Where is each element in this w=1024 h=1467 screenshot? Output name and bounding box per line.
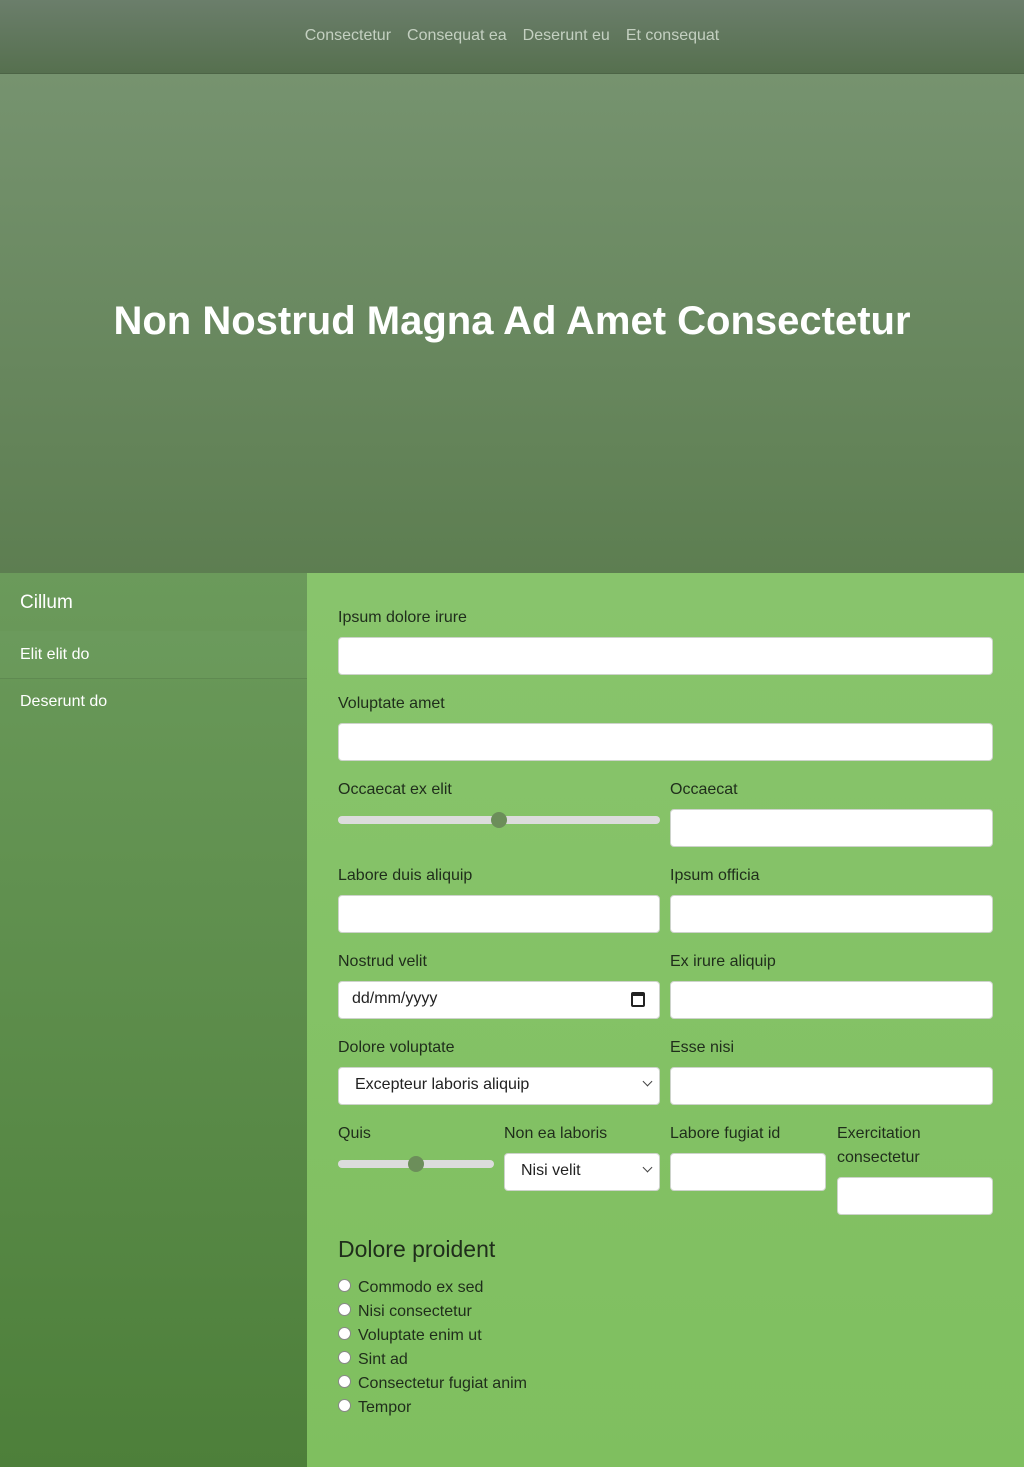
radio-label: Consectetur fugiat anim <box>358 1375 527 1392</box>
radio-option-consectetur-fugiat-anim[interactable]: Consectetur fugiat anim <box>338 1372 527 1396</box>
occaecat-ex-elit-slider-thumb[interactable] <box>491 812 507 828</box>
chevron-down-icon <box>642 1162 653 1173</box>
esse-nisi-input[interactable] <box>670 1067 993 1105</box>
non-ea-laboris-select[interactable]: Nisi velit <box>504 1153 660 1191</box>
field-label-ipsum-dolore-irure: Ipsum dolore irure <box>338 609 467 626</box>
chevron-down-icon <box>642 1076 653 1087</box>
hero-title: Non Nostrud Magna Ad Amet Consectetur <box>113 299 911 343</box>
radio-label: Voluptate enim ut <box>358 1327 482 1344</box>
radio-group-legend: Dolore proident <box>338 1236 496 1262</box>
nav-link-consequat-ea[interactable]: Consequat ea <box>407 27 507 45</box>
voluptate-amet-input[interactable] <box>338 723 993 761</box>
radio-button[interactable] <box>338 1399 351 1412</box>
radio-option-commodo-ex-sed[interactable]: Commodo ex sed <box>338 1276 483 1300</box>
field-label-quis: Quis <box>338 1125 371 1142</box>
ex-irure-aliquip-input[interactable] <box>670 981 993 1019</box>
field-label-ipsum-officia: Ipsum officia <box>670 867 760 884</box>
form-panel: Ipsum dolore irure Voluptate amet Occaec… <box>307 573 1024 1467</box>
radio-option-sint-ad[interactable]: Sint ad <box>338 1348 408 1372</box>
field-label-occaecat: Occaecat <box>670 781 738 798</box>
radio-button[interactable] <box>338 1327 351 1340</box>
top-nav: Consectetur Consequat ea Deserunt eu Et … <box>0 0 1024 74</box>
radio-button[interactable] <box>338 1279 351 1292</box>
radio-label: Commodo ex sed <box>358 1279 484 1296</box>
ipsum-officia-input[interactable] <box>670 895 993 933</box>
radio-option-voluptate-enim-ut[interactable]: Voluptate enim ut <box>338 1324 482 1348</box>
field-label-dolore-voluptate: Dolore voluptate <box>338 1039 455 1056</box>
quis-slider-thumb[interactable] <box>408 1156 424 1172</box>
occaecat-input[interactable] <box>670 809 993 847</box>
sidebar-item-elit-elit-do[interactable]: Elit elit do <box>0 631 307 679</box>
radio-option-nisi-consectetur[interactable]: Nisi consectetur <box>338 1300 472 1324</box>
radio-button[interactable] <box>338 1375 351 1388</box>
labore-duis-aliquip-input[interactable] <box>338 895 660 933</box>
field-label-labore-duis-aliquip: Labore duis aliquip <box>338 867 473 884</box>
sidebar-item-deserunt-do[interactable]: Deserunt do <box>0 679 307 728</box>
field-label-labore-fugiat-id: Labore fugiat id <box>670 1125 781 1142</box>
calendar-icon[interactable] <box>631 992 645 1007</box>
sidebar: Cillum Elit elit do Deserunt do <box>0 573 307 1467</box>
hero-banner: Non Nostrud Magna Ad Amet Consectetur <box>0 74 1024 573</box>
field-label-exercitation-line1: Exercitation <box>837 1125 921 1142</box>
radio-button[interactable] <box>338 1303 351 1316</box>
radio-button[interactable] <box>338 1351 351 1364</box>
dolore-voluptate-selected: Excepteur laboris aliquip <box>355 1076 530 1093</box>
field-label-nostrud-velit: Nostrud velit <box>338 953 427 970</box>
field-label-non-ea-laboris: Non ea laboris <box>504 1125 608 1142</box>
nav-link-deserunt-eu[interactable]: Deserunt eu <box>523 27 610 45</box>
nav-link-consectetur[interactable]: Consectetur <box>305 27 391 45</box>
labore-fugiat-id-input[interactable] <box>670 1153 826 1191</box>
radio-label: Tempor <box>358 1399 412 1416</box>
nav-link-et-consequat[interactable]: Et consequat <box>626 27 719 45</box>
field-label-esse-nisi: Esse nisi <box>670 1039 735 1056</box>
date-placeholder: dd/mm/yyyy <box>352 990 438 1007</box>
radio-label: Nisi consectetur <box>358 1303 472 1320</box>
exercitation-consectetur-input[interactable] <box>837 1177 993 1215</box>
radio-label: Sint ad <box>358 1351 408 1368</box>
ipsum-dolore-irure-input[interactable] <box>338 637 993 675</box>
field-label-exercitation-line2: consectetur <box>837 1149 920 1166</box>
field-label-ex-irure-aliquip: Ex irure aliquip <box>670 953 776 970</box>
radio-option-tempor[interactable]: Tempor <box>338 1396 411 1420</box>
non-ea-laboris-selected: Nisi velit <box>521 1162 581 1179</box>
sidebar-title: Cillum <box>20 592 73 613</box>
dolore-voluptate-select[interactable]: Excepteur laboris aliquip <box>338 1067 660 1105</box>
field-label-occaecat-ex-elit: Occaecat ex elit <box>338 781 452 798</box>
field-label-voluptate-amet: Voluptate amet <box>338 695 445 712</box>
nostrud-velit-date-input[interactable]: dd/mm/yyyy <box>338 981 660 1019</box>
